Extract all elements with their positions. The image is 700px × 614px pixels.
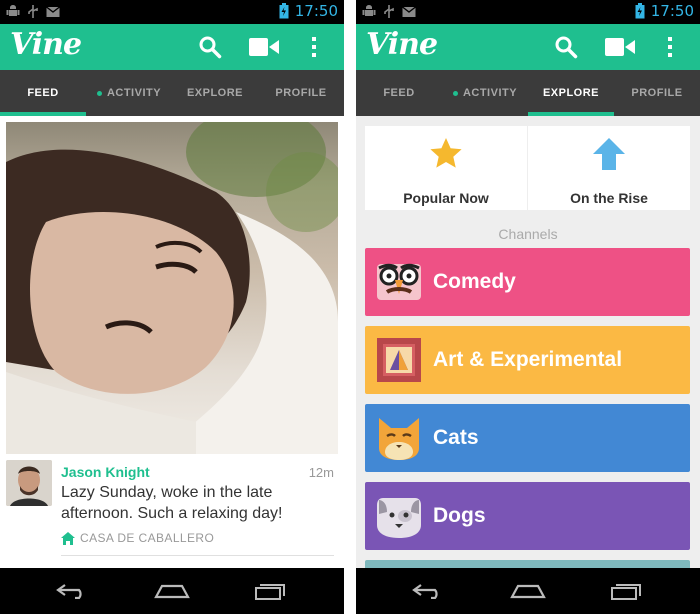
usb-icon bbox=[384, 5, 394, 18]
post-timestamp: 12m bbox=[308, 465, 334, 480]
system-nav-bar bbox=[356, 568, 700, 614]
tab-feed[interactable]: FEED bbox=[0, 70, 86, 116]
channel-label: Art & Experimental bbox=[433, 348, 623, 371]
phone-screen-feed: 17:50 Vine FEED ACTIVITY EXPLORE PROFILE bbox=[0, 0, 344, 614]
post-caption: Lazy Sunday, woke in the late afternoon.… bbox=[61, 484, 283, 522]
notification-dot bbox=[96, 90, 102, 96]
home-icon bbox=[61, 531, 75, 545]
tab-label: ACTIVITY bbox=[462, 87, 518, 99]
channel-label: Cats bbox=[433, 426, 479, 449]
on-the-rise-button[interactable]: On the Rise bbox=[528, 126, 690, 210]
channel-next-partial[interactable] bbox=[365, 560, 690, 568]
post-location[interactable]: CASA DE CABALLERO bbox=[61, 531, 214, 545]
star-icon bbox=[430, 138, 462, 168]
comedy-glasses-icon bbox=[377, 263, 421, 300]
tab-explore[interactable]: EXPLORE bbox=[528, 70, 614, 116]
cat-icon bbox=[379, 418, 419, 460]
divider bbox=[61, 555, 334, 556]
notification-dot bbox=[452, 90, 458, 96]
recent-apps-icon[interactable] bbox=[250, 578, 290, 604]
video-post[interactable] bbox=[6, 122, 338, 454]
home-button-icon[interactable] bbox=[152, 578, 192, 604]
camera-icon[interactable] bbox=[246, 33, 282, 61]
app-bar: Vine bbox=[0, 24, 344, 70]
vine-logo: Vine bbox=[366, 27, 438, 62]
tab-label: ACTIVITY bbox=[106, 87, 162, 99]
tab-label: FEED bbox=[383, 87, 415, 99]
android-debug-icon bbox=[6, 5, 20, 16]
tab-label: FEED bbox=[27, 87, 59, 99]
tab-feed[interactable]: FEED bbox=[356, 70, 442, 116]
tab-explore[interactable]: EXPLORE bbox=[172, 70, 258, 116]
system-nav-bar bbox=[0, 568, 344, 614]
battery-icon bbox=[279, 3, 289, 19]
feed: Jason Knight 12m Lazy Sunday, woke in th… bbox=[0, 116, 344, 568]
usb-icon bbox=[28, 5, 38, 18]
app-bar: Vine bbox=[356, 24, 700, 70]
channel-label: Dogs bbox=[433, 504, 486, 527]
back-icon[interactable] bbox=[52, 578, 92, 604]
tab-label: PROFILE bbox=[631, 87, 683, 99]
tab-label: EXPLORE bbox=[186, 87, 244, 99]
tab-profile[interactable]: PROFILE bbox=[258, 70, 344, 116]
clock: 17:50 bbox=[294, 2, 338, 20]
video-thumbnail bbox=[6, 122, 338, 454]
tab-activity[interactable]: ACTIVITY bbox=[86, 70, 172, 116]
tab-bar: FEED ACTIVITY EXPLORE PROFILE bbox=[356, 70, 700, 116]
phone-screen-explore: 17:50 Vine FEED ACTIVITY EXPLORE PROFILE bbox=[356, 0, 700, 614]
channels-heading: Channels bbox=[498, 226, 558, 242]
channel-dogs[interactable]: Dogs bbox=[365, 482, 690, 550]
clock: 17:50 bbox=[650, 2, 694, 20]
home-button-icon[interactable] bbox=[508, 578, 548, 604]
feature-label: Popular Now bbox=[403, 190, 489, 206]
battery-icon bbox=[635, 3, 645, 19]
overflow-menu-icon[interactable] bbox=[660, 33, 680, 61]
recent-apps-icon[interactable] bbox=[606, 578, 646, 604]
overflow-menu-icon[interactable] bbox=[304, 33, 324, 61]
art-frame-icon bbox=[377, 338, 421, 382]
explore: Popular Now On the Rise Channels Comedy bbox=[356, 116, 700, 568]
channel-label: Comedy bbox=[433, 270, 516, 293]
search-icon[interactable] bbox=[552, 33, 580, 61]
arrow-up-icon bbox=[593, 138, 625, 170]
back-icon[interactable] bbox=[408, 578, 448, 604]
vine-logo: Vine bbox=[10, 27, 82, 62]
android-debug-icon bbox=[362, 5, 376, 16]
post-username[interactable]: Jason Knight bbox=[61, 464, 150, 480]
feature-label: On the Rise bbox=[570, 190, 648, 206]
avatar[interactable] bbox=[6, 460, 52, 506]
tab-profile[interactable]: PROFILE bbox=[614, 70, 700, 116]
status-bar: 17:50 bbox=[0, 0, 344, 24]
gmail-icon bbox=[402, 6, 416, 17]
search-icon[interactable] bbox=[196, 33, 224, 61]
tab-label: EXPLORE bbox=[542, 87, 600, 99]
location-label: CASA DE CABALLERO bbox=[80, 531, 215, 545]
dog-icon bbox=[377, 498, 421, 538]
status-bar: 17:50 bbox=[356, 0, 700, 24]
channel-cats[interactable]: Cats bbox=[365, 404, 690, 472]
gmail-icon bbox=[46, 6, 60, 17]
tab-label: PROFILE bbox=[275, 87, 327, 99]
camera-icon[interactable] bbox=[602, 33, 638, 61]
tab-bar: FEED ACTIVITY EXPLORE PROFILE bbox=[0, 70, 344, 116]
channel-comedy[interactable]: Comedy bbox=[365, 248, 690, 316]
popular-now-button[interactable]: Popular Now bbox=[365, 126, 527, 210]
tab-activity[interactable]: ACTIVITY bbox=[442, 70, 528, 116]
channel-art-experimental[interactable]: Art & Experimental bbox=[365, 326, 690, 394]
